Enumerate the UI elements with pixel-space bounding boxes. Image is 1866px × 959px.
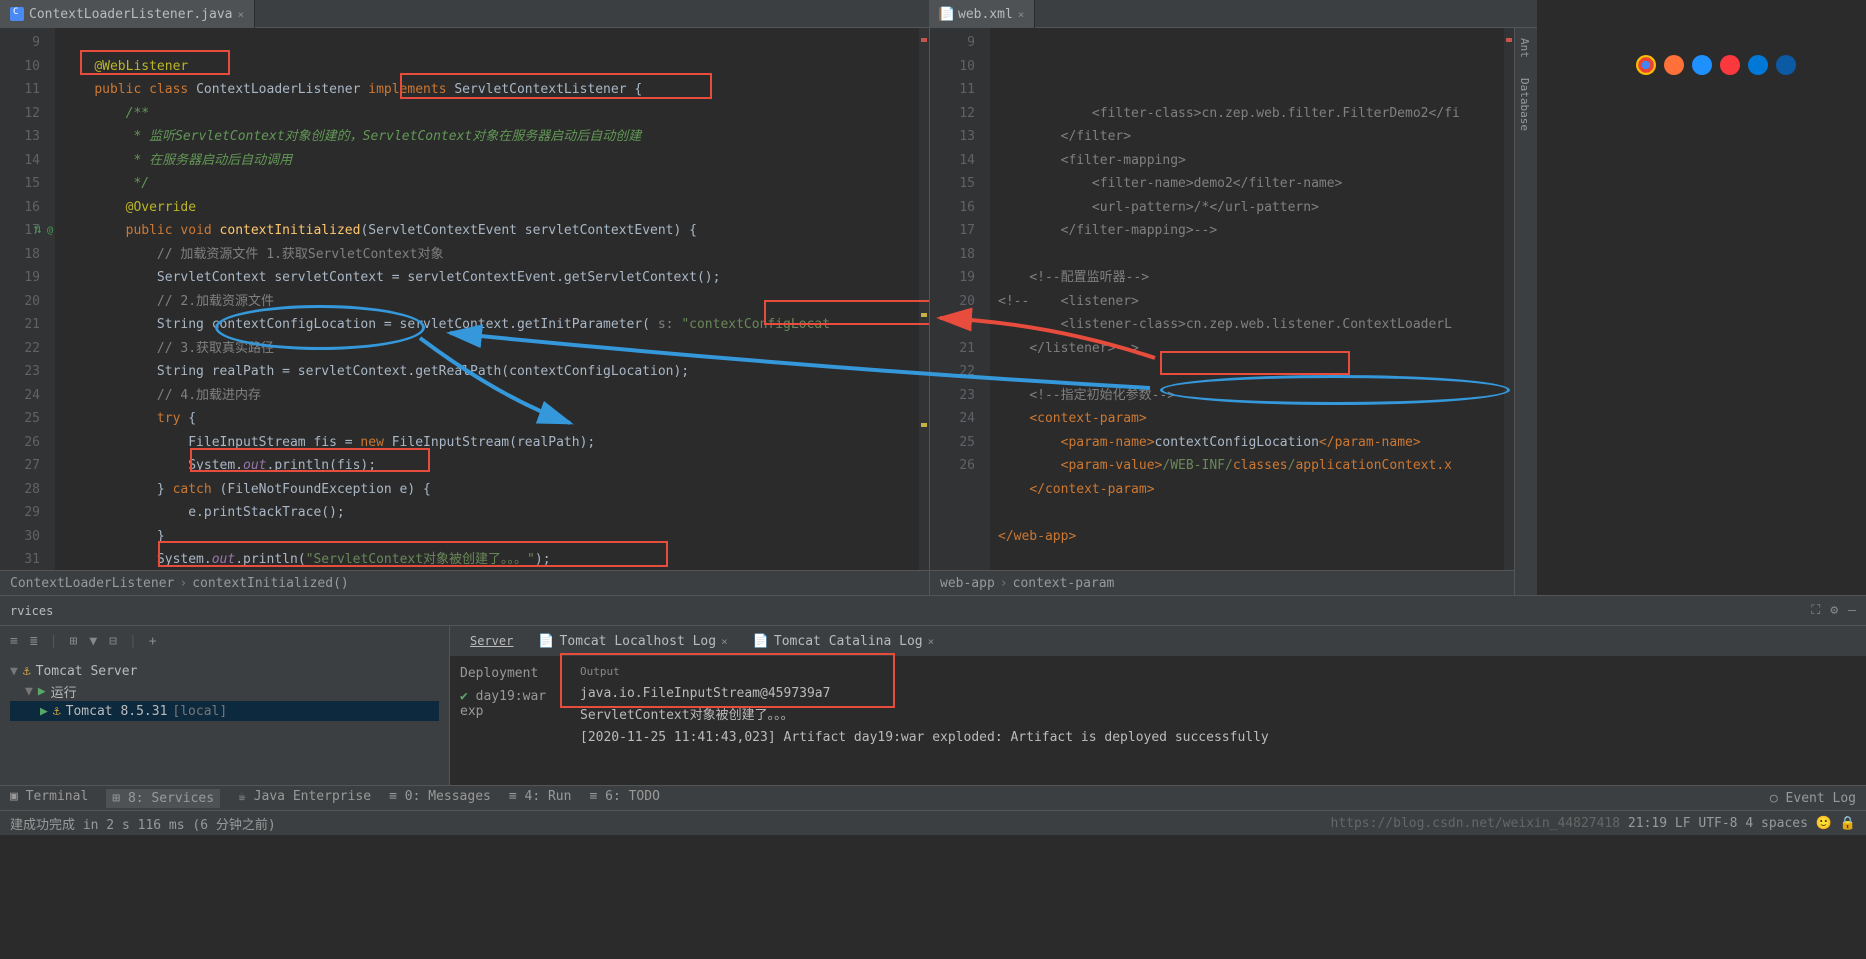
breadcrumb-root[interactable]: web-app <box>940 576 995 591</box>
deployment-label: Deployment <box>460 666 560 681</box>
tomcat-icon: ⚓ <box>53 704 61 719</box>
services-tree-pane: ≡ ≣ | ⊞ ▼ ⊟ | + ▼⚓Tomcat Server ▼▶运行 ▶⚓T… <box>0 626 450 785</box>
close-icon[interactable]: × <box>928 635 935 648</box>
opera-icon[interactable] <box>1720 55 1740 75</box>
services-panel: ≡ ≣ | ⊞ ▼ ⊟ | + ▼⚓Tomcat Server ▼▶运行 ▶⚓T… <box>0 625 1866 785</box>
java-enterprise-button[interactable]: ☕ Java Enterprise <box>238 789 371 808</box>
ie-icon[interactable] <box>1748 55 1768 75</box>
close-icon[interactable]: × <box>1018 8 1025 21</box>
close-icon[interactable]: × <box>238 8 245 21</box>
tab-server[interactable]: Server <box>460 631 523 651</box>
tomcat-server-icon: ⚓ <box>23 664 31 679</box>
tree-tomcat-server[interactable]: Tomcat Server <box>36 664 138 679</box>
right-gutter: 91011121314151617181920212223242526 <box>930 28 990 570</box>
status-bar: 建成功完成 in 2 s 116 ms (6 分钟之前) https://blo… <box>0 810 1866 835</box>
indent-info[interactable]: 4 spaces <box>1745 816 1808 831</box>
left-code[interactable]: @WebListener public class ContextLoaderL… <box>55 28 929 570</box>
run-button[interactable]: ≡ 4: Run <box>509 789 572 808</box>
services-title: rvices <box>10 604 53 618</box>
tree-running[interactable]: 运行 <box>51 682 77 701</box>
java-class-icon <box>10 7 24 21</box>
safari-icon[interactable] <box>1692 55 1712 75</box>
tab-label: web.xml <box>958 7 1013 22</box>
hide-icon[interactable]: — <box>1848 603 1856 618</box>
layout-icon[interactable]: ⊟ <box>109 634 117 649</box>
left-editor-tabs: ContextLoaderListener.java × <box>0 0 929 28</box>
line-separator[interactable]: LF <box>1675 816 1691 831</box>
encoding[interactable]: UTF-8 <box>1698 816 1737 831</box>
output-line: java.io.FileInputStream@459739a7 <box>580 683 1856 705</box>
filter-icon[interactable]: ▼ <box>89 634 97 649</box>
tomcat-icon: 📄 <box>538 634 554 649</box>
expand-all-icon[interactable]: ≡ <box>10 634 18 649</box>
play-icon: ▶ <box>40 704 48 719</box>
right-breadcrumb: web-app › context-param <box>930 570 1514 595</box>
watermark: https://blog.csdn.net/weixin_44827418 <box>1331 816 1621 831</box>
inspection-icon[interactable]: 🙂 <box>1816 816 1832 831</box>
deployment-pane: Deployment ✔ day19:war exp <box>450 656 570 785</box>
right-tool-window-bar: Ant Database <box>1514 28 1537 595</box>
services-tree[interactable]: ▼⚓Tomcat Server ▼▶运行 ▶⚓Tomcat 8.5.31 [lo… <box>0 656 449 726</box>
terminal-button[interactable]: ▣ Terminal <box>10 789 88 808</box>
services-panel-header: rvices ⛶ ⚙ — <box>0 595 1866 625</box>
services-toolbar: ≡ ≣ | ⊞ ▼ ⊟ | + <box>0 626 449 656</box>
services-button[interactable]: ⊞ 8: Services <box>106 789 220 808</box>
breadcrumb-node[interactable]: context-param <box>1013 576 1115 591</box>
ant-tool-button[interactable]: Ant <box>1515 28 1534 68</box>
output-line: [2020-11-25 11:41:43,023] Artifact day19… <box>580 727 1856 749</box>
chrome-icon[interactable] <box>1636 55 1656 75</box>
tree-tomcat-instance[interactable]: Tomcat 8.5.31 <box>66 704 168 719</box>
output-label: Output <box>580 661 1856 683</box>
tab-localhost-log[interactable]: 📄Tomcat Localhost Log× <box>528 631 737 652</box>
xml-file-icon: 📄 <box>939 7 953 21</box>
left-editor[interactable]: 9101112131415161718192021222324252627282… <box>0 28 929 595</box>
deployment-artifact[interactable]: day19:war exp <box>460 689 546 719</box>
tomcat-icon: 📄 <box>753 634 769 649</box>
open-in-browser-bar <box>1636 55 1796 75</box>
left-breadcrumb: ContextLoaderListener › contextInitializ… <box>0 570 929 595</box>
play-icon: ▶ <box>38 684 46 699</box>
settings-icon[interactable]: ⚙ <box>1830 603 1838 618</box>
lock-icon[interactable]: 🔒 <box>1840 816 1856 831</box>
expand-icon[interactable]: ⛶ <box>1811 603 1820 618</box>
close-icon[interactable]: × <box>721 635 728 648</box>
firefox-icon[interactable] <box>1664 55 1684 75</box>
messages-button[interactable]: ≡ 0: Messages <box>389 789 491 808</box>
server-log-tabs: Server 📄Tomcat Localhost Log× 📄Tomcat Ca… <box>450 626 1866 656</box>
group-icon[interactable]: ⊞ <box>69 634 77 649</box>
tab-contextloader[interactable]: ContextLoaderListener.java × <box>0 0 255 28</box>
output-line: ServletContext对象被创建了。。。 <box>580 705 1856 727</box>
collapse-all-icon[interactable]: ≣ <box>30 634 38 649</box>
database-tool-button[interactable]: Database <box>1515 68 1534 141</box>
bottom-tool-bar: ▣ Terminal ⊞ 8: Services ☕ Java Enterpri… <box>0 785 1866 810</box>
error-stripe[interactable] <box>919 28 929 570</box>
tab-webxml[interactable]: 📄 web.xml × <box>929 0 1035 28</box>
breadcrumb-method[interactable]: contextInitialized() <box>192 576 349 591</box>
output-console[interactable]: Output java.io.FileInputStream@459739a7 … <box>570 656 1866 785</box>
caret-position[interactable]: 21:19 <box>1628 816 1667 831</box>
right-editor-tabs: 📄 web.xml × <box>929 0 1537 28</box>
event-log-button[interactable]: ○ Event Log <box>1770 791 1856 806</box>
tab-catalina-log[interactable]: 📄Tomcat Catalina Log× <box>743 631 945 652</box>
breadcrumb-class[interactable]: ContextLoaderListener <box>10 576 174 591</box>
check-icon: ✔ <box>460 689 468 704</box>
right-code[interactable]: 💡 <filter-class>cn.zep.web.filter.Filter… <box>990 28 1514 570</box>
todo-button[interactable]: ≡ 6: TODO <box>589 789 659 808</box>
status-build-msg: 建成功完成 in 2 s 116 ms (6 分钟之前) <box>10 814 276 833</box>
left-gutter: 9101112131415161718192021222324252627282… <box>0 28 55 570</box>
right-editor[interactable]: 91011121314151617181920212223242526 💡 <f… <box>929 28 1514 595</box>
edge-icon[interactable] <box>1776 55 1796 75</box>
tree-local-tag: [local] <box>172 704 227 719</box>
tab-label: ContextLoaderListener.java <box>29 7 233 22</box>
add-icon[interactable]: + <box>149 634 157 649</box>
error-stripe-right[interactable] <box>1504 28 1514 570</box>
